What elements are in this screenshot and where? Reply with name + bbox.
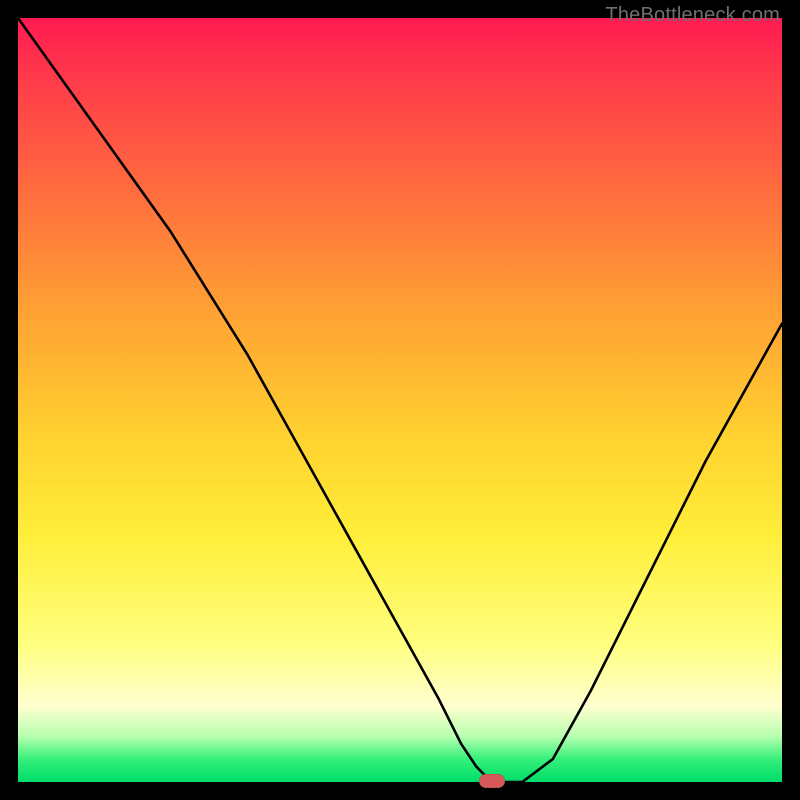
chart-plot-area	[18, 18, 782, 782]
optimal-point-marker	[479, 774, 505, 788]
chart-svg	[18, 18, 782, 782]
bottleneck-curve	[18, 18, 782, 782]
chart-frame: TheBottleneck.com	[0, 0, 800, 800]
